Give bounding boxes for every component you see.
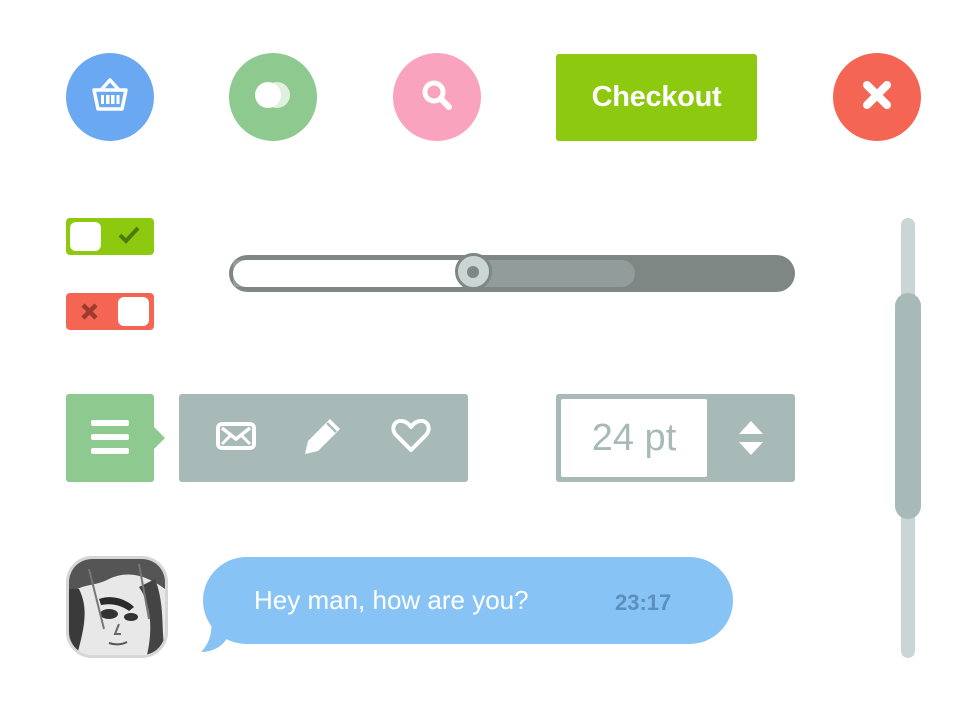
toggle-switch-on[interactable] — [66, 218, 154, 255]
mail-button[interactable] — [212, 414, 260, 462]
cross-icon — [81, 303, 98, 325]
chat-bubble-tail — [201, 618, 227, 652]
checkmark-icon — [118, 226, 140, 249]
font-size-stepper — [556, 394, 795, 482]
slider-thumb[interactable] — [454, 253, 492, 290]
toggle-knob — [70, 222, 101, 251]
chat-message-time: 23:17 — [615, 590, 672, 615]
envelope-icon — [216, 421, 256, 455]
avatar — [66, 556, 168, 658]
slider-thumb-dot — [467, 265, 479, 278]
like-button[interactable] — [387, 414, 435, 462]
stepper-arrows-button[interactable] — [734, 417, 768, 459]
basket-icon — [90, 77, 130, 118]
font-size-input[interactable] — [561, 399, 707, 477]
edit-button[interactable] — [299, 414, 347, 462]
slider-filled-range — [233, 260, 473, 287]
toggle-switch-off[interactable] — [66, 293, 154, 330]
hamburger-menu-icon — [91, 420, 129, 462]
menu-button[interactable] — [66, 394, 165, 482]
search-button[interactable] — [393, 53, 481, 141]
close-button[interactable] — [833, 53, 921, 141]
pencil-icon — [303, 416, 343, 461]
overlapping-circles-button[interactable] — [229, 53, 317, 141]
toggle-knob — [118, 297, 149, 326]
search-icon — [420, 78, 454, 117]
chat-message-bubble: Hey man, how are you? 23:17 — [203, 557, 733, 644]
menu-pointer-arrow — [154, 427, 165, 449]
scrollbar-thumb[interactable] — [895, 293, 921, 519]
chat-message-text: Hey man, how are you? — [254, 585, 529, 615]
up-down-arrows-icon — [734, 421, 768, 463]
basket-button[interactable] — [66, 53, 154, 141]
slider-track[interactable] — [229, 255, 795, 292]
heart-icon — [391, 418, 431, 458]
overlapping-circles-icon — [251, 80, 295, 115]
checkout-button[interactable]: Checkout — [556, 54, 757, 141]
icon-toolbar — [179, 394, 468, 482]
close-icon — [861, 79, 893, 116]
